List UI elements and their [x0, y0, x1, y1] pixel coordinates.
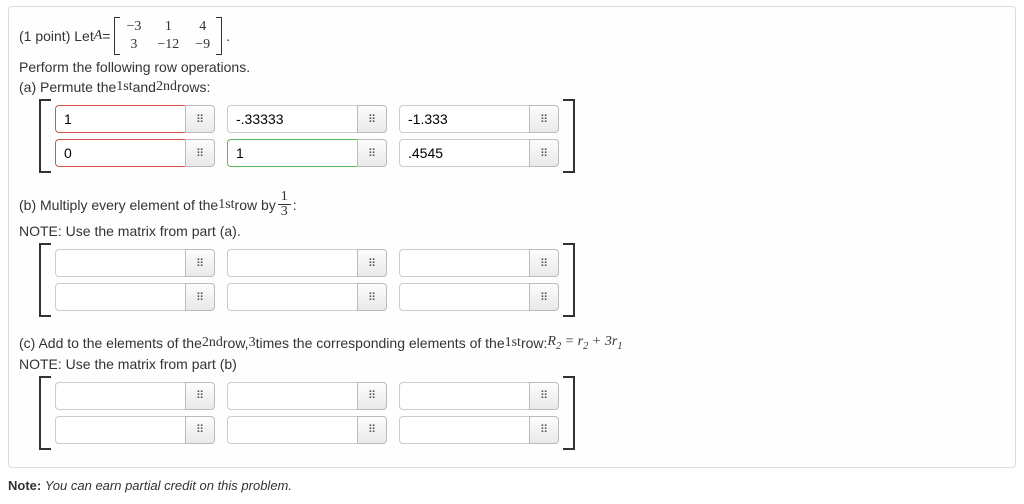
keypad-icon[interactable]: ⠿: [529, 139, 559, 167]
matrix-input[interactable]: [55, 283, 185, 311]
a12: 1: [157, 19, 179, 35]
matrix-cell: ⠿: [227, 382, 387, 410]
part-b-note: NOTE: Use the matrix from part (a).: [19, 223, 1005, 239]
matrix-cell: ⠿: [399, 382, 559, 410]
matrix-input[interactable]: [55, 139, 185, 167]
matrix-cell: ⠿: [399, 105, 559, 133]
pc-pre: (c) Add to the elements of the: [19, 335, 202, 351]
pc-m1: row,: [223, 335, 249, 351]
period: .: [226, 28, 230, 44]
keypad-icon[interactable]: ⠿: [529, 283, 559, 311]
matrix-input[interactable]: [227, 105, 357, 133]
keypad-icon[interactable]: ⠿: [529, 416, 559, 444]
part-b-matrix: ⠿ ⠿ ⠿ ⠿ ⠿ ⠿: [39, 243, 575, 317]
matrix-input[interactable]: [227, 382, 357, 410]
matrix-input[interactable]: [55, 249, 185, 277]
keypad-icon[interactable]: ⠿: [529, 249, 559, 277]
keypad-icon[interactable]: ⠿: [357, 139, 387, 167]
row-op-equation: R2 = r2 + 3r1: [547, 334, 622, 352]
pa-1st: 1st: [116, 79, 132, 95]
pa-and: and: [133, 79, 156, 95]
matrix-cell: ⠿: [399, 249, 559, 277]
matrix-input[interactable]: [55, 382, 185, 410]
matrix-input[interactable]: [227, 139, 357, 167]
pa-pre: (a) Permute the: [19, 79, 116, 95]
a13: 4: [195, 19, 210, 35]
equals: =: [102, 28, 110, 44]
keypad-icon[interactable]: ⠿: [357, 283, 387, 311]
matrix-var: A: [94, 28, 103, 44]
keypad-icon[interactable]: ⠿: [185, 105, 215, 133]
keypad-icon[interactable]: ⠿: [357, 382, 387, 410]
part-a-prompt: (a) Permute the 1st and 2nd rows:: [19, 79, 1005, 95]
keypad-icon[interactable]: ⠿: [357, 416, 387, 444]
matrix-cell: ⠿: [227, 249, 387, 277]
part-b-prompt: (b) Multiply every element of the 1st ro…: [19, 190, 1005, 219]
footer-text: You can earn partial credit on this prob…: [45, 478, 292, 493]
problem-container: (1 point) Let A = −3 1 4 3 −12 −9 . Perf…: [8, 6, 1016, 468]
matrix-input[interactable]: [399, 416, 529, 444]
footer-note: Note: You can earn partial credit on thi…: [8, 478, 1016, 493]
keypad-icon[interactable]: ⠿: [529, 382, 559, 410]
frac-den: 3: [278, 205, 291, 219]
matrix-A: −3 1 4 3 −12 −9: [114, 17, 222, 55]
pc-mult: 3: [249, 335, 256, 351]
problem-header: (1 point) Let A = −3 1 4 3 −12 −9 .: [19, 17, 1005, 55]
keypad-icon[interactable]: ⠿: [185, 382, 215, 410]
matrix-cell: ⠿: [55, 416, 215, 444]
matrix-input[interactable]: [55, 416, 185, 444]
matrix-cell: ⠿: [399, 416, 559, 444]
part-c-note: NOTE: Use the matrix from part (b): [19, 356, 1005, 372]
matrix-input[interactable]: [399, 105, 529, 133]
matrix-cell: ⠿: [55, 105, 215, 133]
keypad-icon[interactable]: ⠿: [185, 139, 215, 167]
a21: 3: [126, 37, 141, 53]
matrix-cell: ⠿: [55, 283, 215, 311]
pc-m2: times the corresponding elements of the: [256, 335, 505, 351]
matrix-input[interactable]: [399, 139, 529, 167]
matrix-cell: ⠿: [227, 283, 387, 311]
points-label: (1 point) Let: [19, 28, 94, 44]
matrix-input[interactable]: [227, 416, 357, 444]
keypad-icon[interactable]: ⠿: [185, 416, 215, 444]
matrix-cell: ⠿: [55, 139, 215, 167]
pa-suf: rows:: [177, 79, 210, 95]
matrix-input[interactable]: [227, 283, 357, 311]
keypad-icon[interactable]: ⠿: [185, 249, 215, 277]
keypad-icon[interactable]: ⠿: [185, 283, 215, 311]
keypad-icon[interactable]: ⠿: [357, 249, 387, 277]
matrix-input[interactable]: [55, 105, 185, 133]
pc-2nd: 2nd: [202, 335, 223, 351]
a22: −12: [157, 37, 179, 53]
fraction-one-third: 1 3: [278, 190, 291, 219]
part-a-matrix: ⠿ ⠿ ⠿ ⠿ ⠿ ⠿: [39, 99, 575, 173]
pb-mid: row by: [235, 197, 276, 213]
a11: −3: [126, 19, 141, 35]
keypad-icon[interactable]: ⠿: [357, 105, 387, 133]
matrix-cell: ⠿: [227, 139, 387, 167]
matrix-cell: ⠿: [55, 249, 215, 277]
matrix-input[interactable]: [227, 249, 357, 277]
matrix-input[interactable]: [399, 382, 529, 410]
pa-2nd: 2nd: [156, 79, 177, 95]
matrix-cell: ⠿: [399, 139, 559, 167]
matrix-cell: ⠿: [227, 416, 387, 444]
pc-m3: row:: [521, 335, 547, 351]
part-c-prompt: (c) Add to the elements of the 2nd row, …: [19, 334, 1005, 352]
matrix-cell: ⠿: [55, 382, 215, 410]
intro-text: Perform the following row operations.: [19, 59, 1005, 75]
a23: −9: [195, 37, 210, 53]
pb-pre: (b) Multiply every element of the: [19, 197, 218, 213]
frac-num: 1: [278, 190, 291, 205]
matrix-input[interactable]: [399, 249, 529, 277]
part-c-matrix: ⠿ ⠿ ⠿ ⠿ ⠿ ⠿: [39, 376, 575, 450]
pb-1st: 1st: [218, 197, 234, 213]
footer-bold: Note:: [8, 478, 41, 493]
pb-suf: :: [293, 197, 297, 213]
matrix-cell: ⠿: [399, 283, 559, 311]
keypad-icon[interactable]: ⠿: [529, 105, 559, 133]
matrix-input[interactable]: [399, 283, 529, 311]
matrix-cell: ⠿: [227, 105, 387, 133]
pc-1st: 1st: [505, 335, 521, 351]
